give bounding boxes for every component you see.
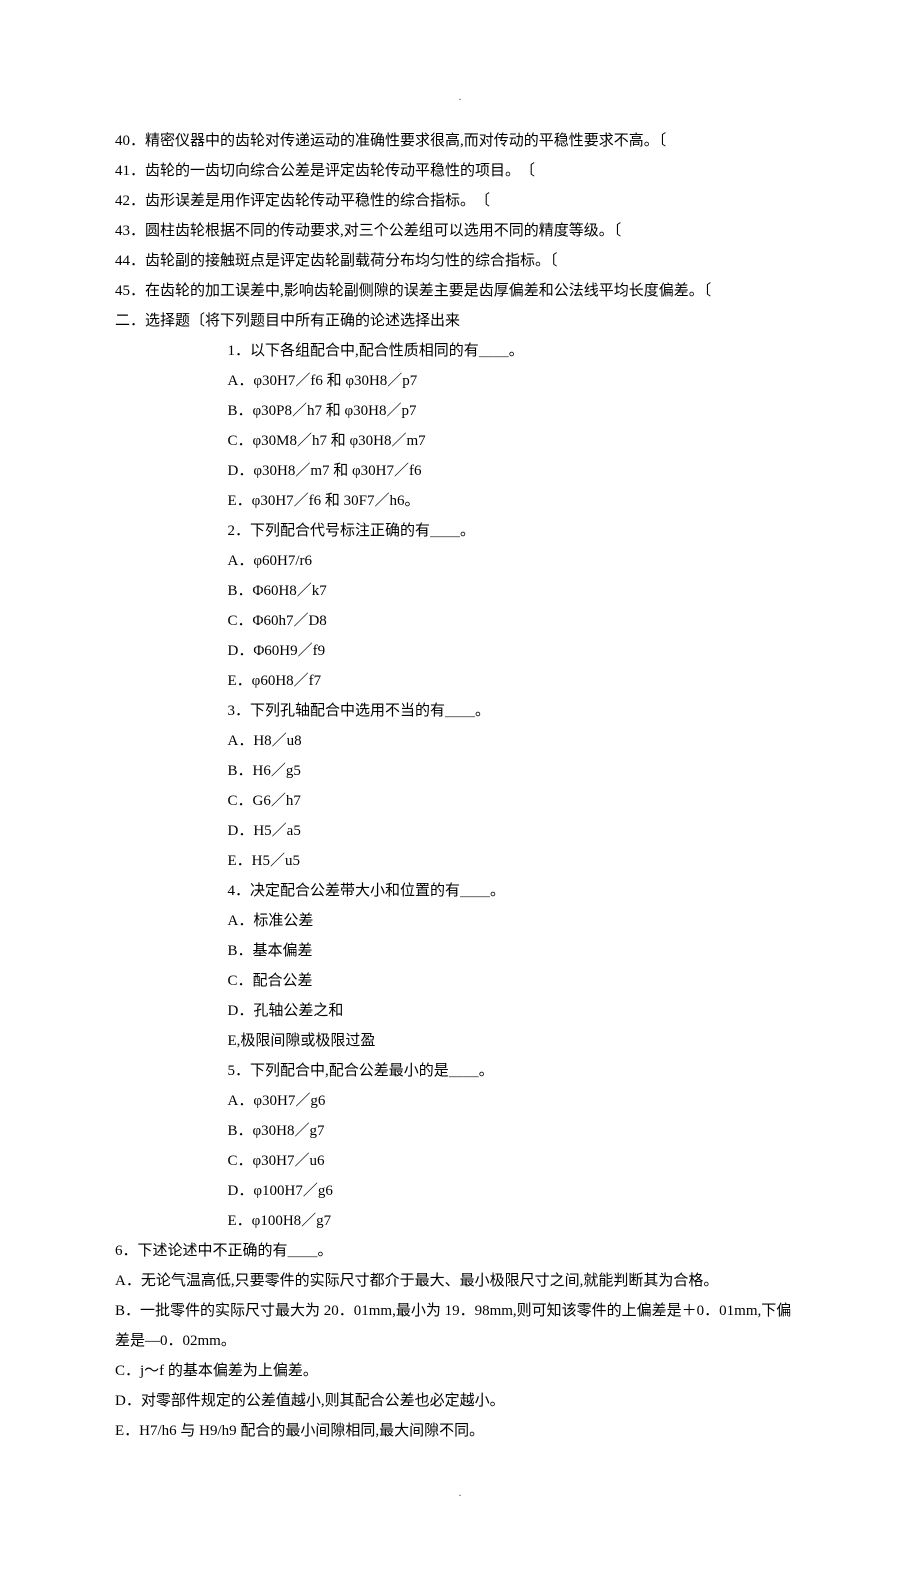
tf-item-42: 42．齿形误差是用作评定齿轮传动平稳性的综合指标。 〔 bbox=[115, 186, 805, 216]
q3-option-b: B．H6／g5 bbox=[115, 756, 805, 786]
q2-stem: 2．下列配合代号标注正确的有＿＿。 bbox=[115, 516, 805, 546]
document-page: . 40．精密仪器中的齿轮对传递运动的准确性要求很高,而对传动的平稳性要求不高。… bbox=[0, 0, 920, 1588]
tf-item-41: 41．齿轮的一齿切向综合公差是评定齿轮传动平稳性的项目。 〔 bbox=[115, 156, 805, 186]
q3-option-c: C．G6／h7 bbox=[115, 786, 805, 816]
q3-option-a: A．H8／u8 bbox=[115, 726, 805, 756]
q4-stem: 4．决定配合公差带大小和位置的有＿＿。 bbox=[115, 876, 805, 906]
q2-option-e: E．φ60H8／f7 bbox=[115, 666, 805, 696]
q2-option-d: D．Φ60H9／f9 bbox=[115, 636, 805, 666]
q3-option-d: D．H5／a5 bbox=[115, 816, 805, 846]
tf-item-43: 43．圆柱齿轮根据不同的传动要求,对三个公差组可以选用不同的精度等级。〔 bbox=[115, 216, 805, 246]
q1-option-d: D．φ30H8／m7 和 φ30H7／f6 bbox=[115, 456, 805, 486]
q1-stem: 1．以下各组配合中,配合性质相同的有＿＿。 bbox=[115, 336, 805, 366]
q3-stem: 3．下列孔轴配合中选用不当的有＿＿。 bbox=[115, 696, 805, 726]
q6-stem: 6．下述论述中不正确的有＿＿。 bbox=[115, 1236, 805, 1266]
q6-option-a: A．无论气温高低,只要零件的实际尺寸都介于最大、最小极限尺寸之间,就能判断其为合… bbox=[115, 1266, 805, 1296]
q5-option-a: A．φ30H7／g6 bbox=[115, 1086, 805, 1116]
q2-option-c: C．Φ60h7／D8 bbox=[115, 606, 805, 636]
q4-option-c: C．配合公差 bbox=[115, 966, 805, 996]
q6-option-d: D．对零部件规定的公差值越小,则其配合公差也必定越小。 bbox=[115, 1386, 805, 1416]
q5-stem: 5．下列配合中,配合公差最小的是＿＿。 bbox=[115, 1056, 805, 1086]
q2-option-a: A．φ60H7/r6 bbox=[115, 546, 805, 576]
q4-option-a: A．标准公差 bbox=[115, 906, 805, 936]
q4-option-b: B．基本偏差 bbox=[115, 936, 805, 966]
q6-option-b: B．一批零件的实际尺寸最大为 20．01mm,最小为 19．98mm,则可知该零… bbox=[115, 1296, 805, 1356]
q6-option-e: E．H7/h6 与 H9/h9 配合的最小间隙相同,最大间隙不同。 bbox=[115, 1416, 805, 1446]
q4-option-e: E,极限间隙或极限过盈 bbox=[115, 1026, 805, 1056]
q2-option-b: B．Φ60H8／k7 bbox=[115, 576, 805, 606]
q1-option-a: A．φ30H7／f6 和 φ30H8／p7 bbox=[115, 366, 805, 396]
q1-option-c: C．φ30M8／h7 和 φ30H8／m7 bbox=[115, 426, 805, 456]
tf-item-44: 44．齿轮副的接触斑点是评定齿轮副载荷分布均匀性的综合指标。〔 bbox=[115, 246, 805, 276]
q3-option-e: E．H5／u5 bbox=[115, 846, 805, 876]
q1-option-b: B．φ30P8／h7 和 φ30H8／p7 bbox=[115, 396, 805, 426]
q5-option-d: D．φ100H7／g6 bbox=[115, 1176, 805, 1206]
tf-item-40: 40．精密仪器中的齿轮对传递运动的准确性要求很高,而对传动的平稳性要求不高。〔 bbox=[115, 126, 805, 156]
section-header-mc: 二．选择题〔将下列题目中所有正确的论述选择出来 bbox=[115, 306, 805, 336]
q5-option-b: B．φ30H8／g7 bbox=[115, 1116, 805, 1146]
q5-option-e: E．φ100H8／g7 bbox=[115, 1206, 805, 1236]
q5-option-c: C．φ30H7／u6 bbox=[115, 1146, 805, 1176]
q6-option-c: C．j～f 的基本偏差为上偏差。 bbox=[115, 1356, 805, 1386]
footer-dot: . bbox=[115, 1486, 805, 1498]
q1-option-e: E．φ30H7／f6 和 30F7／h6。 bbox=[115, 486, 805, 516]
q4-option-d: D．孔轴公差之和 bbox=[115, 996, 805, 1026]
header-dot: . bbox=[115, 90, 805, 102]
tf-item-45: 45．在齿轮的加工误差中,影响齿轮副侧隙的误差主要是齿厚偏差和公法线平均长度偏差… bbox=[115, 276, 805, 306]
